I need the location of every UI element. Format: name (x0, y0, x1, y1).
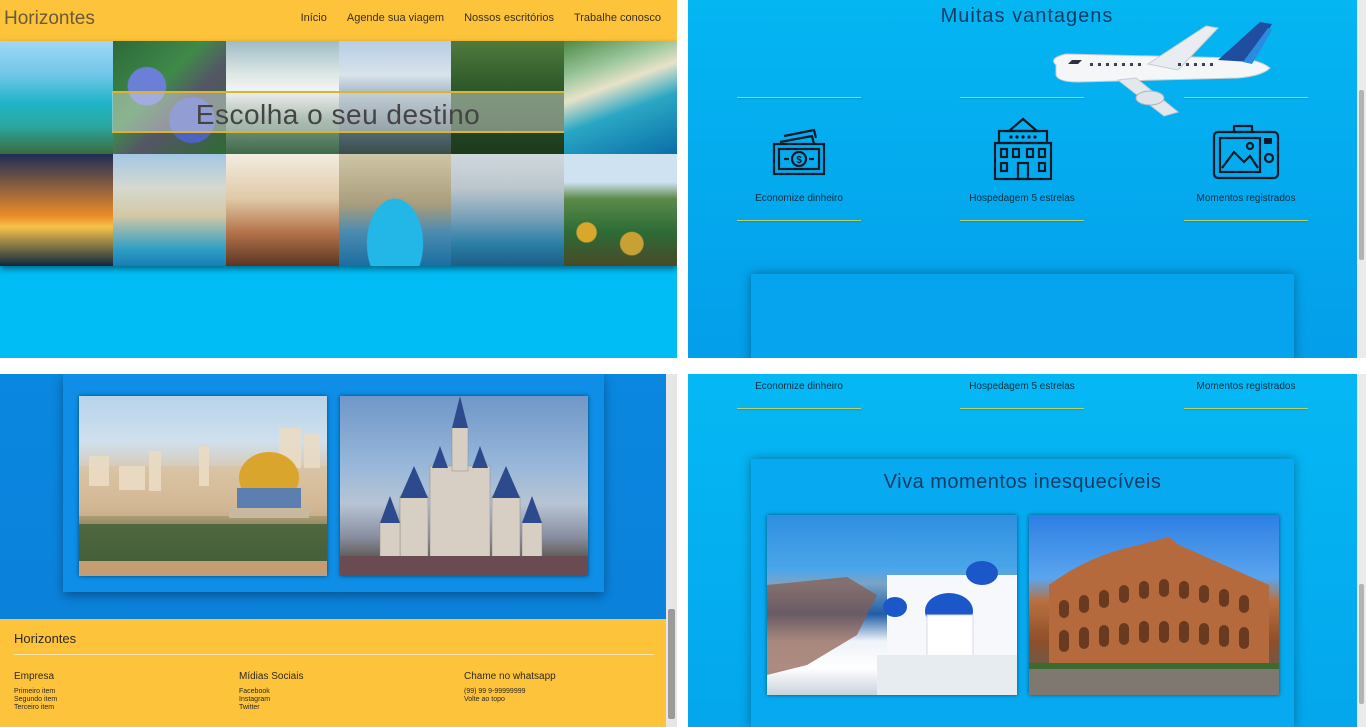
footer-column-social: Mídias Sociais Facebook Instagram Twitte… (239, 671, 439, 712)
footer-link[interactable]: Primeiro item (14, 688, 214, 696)
advantage-label: Momentos registrados (1196, 193, 1296, 204)
screenshot-collage: Horizontes Início Agende sua viagem Noss… (0, 0, 1366, 727)
photo-harbor (451, 153, 565, 266)
brand-logo[interactable]: Horizontes (4, 8, 95, 30)
photo-santorini (767, 515, 1017, 695)
divider (737, 220, 861, 221)
footer-heading: Empresa (14, 671, 55, 682)
scrollbar[interactable] (1357, 0, 1366, 358)
footer-link-facebook[interactable]: Facebook (239, 688, 439, 696)
header-bar: Horizontes Início Agende sua viagem Noss… (0, 0, 677, 41)
hotel-icon (993, 117, 1053, 181)
site-footer: Horizontes Empresa Primeiro item Segundo… (0, 619, 666, 727)
divider (960, 408, 1084, 409)
divider (737, 97, 861, 98)
photo-jerusalem (79, 396, 327, 576)
footer-column-whatsapp: Chame no whatsapp (99) 99 9-99999999 Vol… (464, 671, 664, 704)
divider (960, 220, 1084, 221)
dome-illustration (79, 428, 327, 576)
scrollbar[interactable] (1357, 374, 1366, 727)
photo-castle (340, 396, 588, 576)
home-hero-panel: Horizontes Início Agende sua viagem Noss… (0, 0, 677, 358)
santorini-illustration (767, 561, 1017, 695)
gallery-card (63, 374, 604, 592)
castle-illustration (340, 396, 588, 576)
photo-city-beach (112, 153, 226, 266)
footer-link-twitter[interactable]: Twitter (239, 704, 439, 712)
photo-colosseum (1029, 515, 1279, 695)
memories-panel: Economize dinheiro Hospedagem 5 estrelas… (688, 374, 1366, 727)
divider (1184, 97, 1308, 98)
scrollbar-thumb[interactable] (668, 609, 675, 719)
photo-bridge-sunset (0, 153, 113, 266)
svg-text:$: $ (796, 155, 802, 166)
scrollbar-thumb[interactable] (1359, 584, 1364, 704)
photo-coastline (564, 41, 677, 154)
footer-link-instagram[interactable]: Instagram (239, 696, 439, 704)
nav-inicio[interactable]: Início (301, 12, 327, 24)
destination-banner: Escolha o seu destino (112, 91, 564, 133)
photo-colonial-church (225, 153, 339, 266)
back-to-top-link[interactable]: Volte ao topo (464, 696, 664, 704)
content-card (751, 274, 1294, 358)
memories-card: Viva momentos inesquecíveis (751, 459, 1294, 727)
memories-title: Viva momentos inesquecíveis (883, 471, 1162, 493)
airplane-icon (1053, 22, 1272, 117)
destinations-mosaic (0, 41, 677, 266)
nav-agende[interactable]: Agende sua viagem (347, 12, 444, 24)
advantage-label: Hospedagem 5 estrelas (969, 193, 1075, 204)
footer-brand[interactable]: Horizontes (14, 631, 76, 646)
scrollbar-thumb[interactable] (1359, 90, 1364, 260)
advantage-label: Economize dinheiro (755, 381, 843, 392)
divider (1184, 408, 1308, 409)
camera-icon (1212, 124, 1280, 180)
footer-heading: Chame no whatsapp (464, 671, 556, 682)
whatsapp-number[interactable]: (99) 99 9-99999999 (464, 688, 664, 696)
photo-beach-islands (0, 41, 113, 154)
advantage-label: Hospedagem 5 estrelas (969, 381, 1075, 392)
money-icon: $ (772, 128, 826, 176)
colosseum-illustration (1029, 537, 1279, 695)
footer-link[interactable]: Segundo item (14, 696, 214, 704)
footer-divider (14, 654, 654, 655)
footer-heading: Mídias Sociais (239, 671, 304, 682)
divider (1184, 220, 1308, 221)
advantage-label: Momentos registrados (1196, 381, 1296, 392)
banner-title: Escolha o seu destino (195, 99, 481, 130)
scrollbar[interactable] (666, 374, 677, 727)
nav-escritorios[interactable]: Nossos escritórios (464, 12, 554, 24)
divider (737, 408, 861, 409)
gallery-footer-panel: Horizontes Empresa Primeiro item Segundo… (0, 374, 677, 727)
divider (960, 97, 1084, 98)
advantage-label: Economize dinheiro (755, 193, 843, 204)
footer-link[interactable]: Terceiro item (14, 704, 214, 712)
photo-cave-lake (338, 153, 452, 266)
nav-trabalhe[interactable]: Trabalhe conosco (574, 12, 661, 24)
main-nav: Início Agende sua viagem Nossos escritór… (301, 12, 661, 24)
advantages-panel: Muitas vantagens $ Economize dinheiro Ho… (688, 0, 1366, 358)
photo-water-lilies (564, 153, 677, 266)
footer-column-empresa: Empresa Primeiro item Segundo item Terce… (14, 671, 214, 712)
